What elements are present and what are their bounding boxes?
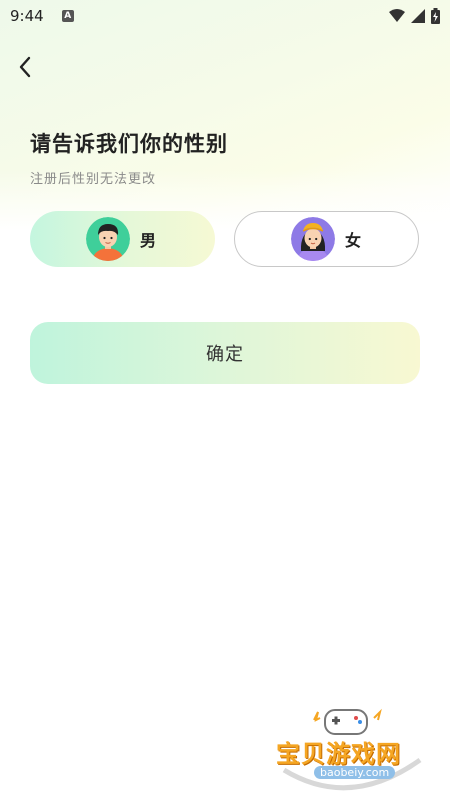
female-avatar (291, 217, 335, 261)
gender-option-female[interactable]: 女 (234, 211, 419, 267)
wifi-icon (389, 9, 405, 22)
male-avatar (86, 217, 130, 261)
confirm-button[interactable]: 确定 (30, 322, 420, 384)
page-subtitle: 注册后性别无法更改 (30, 172, 157, 187)
signal-icon (411, 9, 425, 23)
chevron-left-icon (19, 56, 31, 78)
gender-label-female: 女 (345, 231, 362, 250)
page-title: 请告诉我们你的性别 (30, 132, 228, 156)
header-gradient-background (0, 0, 450, 230)
gender-option-male[interactable]: 男 (30, 211, 215, 267)
status-icons (389, 8, 440, 24)
watermark-url: baobeiy.com (314, 766, 396, 779)
gender-label-male: 男 (140, 231, 157, 250)
battery-icon (431, 8, 440, 24)
watermark-text: 宝贝游戏网 (276, 740, 401, 768)
status-bar: 9:44 A (0, 0, 450, 32)
back-button[interactable] (10, 52, 40, 82)
notification-icon: A (61, 10, 74, 22)
watermark-logo: 宝贝游戏网 baobeiy.com (270, 700, 430, 795)
status-time: 9:44 (10, 7, 44, 25)
